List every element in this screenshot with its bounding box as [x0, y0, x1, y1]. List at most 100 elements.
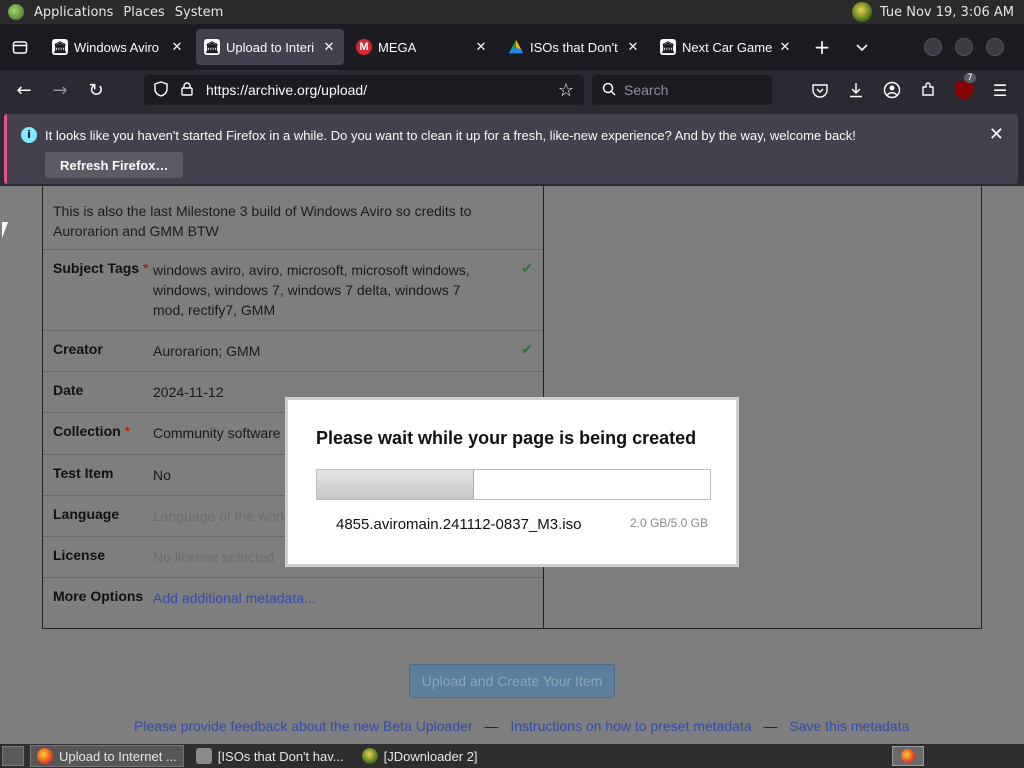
mouse-cursor-icon	[2, 222, 8, 238]
uploading-file-name: 4855.aviromain.241112-0837_M3.iso	[336, 516, 582, 533]
reload-icon[interactable]: ↻	[78, 74, 114, 106]
tab-title: MEGA	[378, 39, 417, 55]
ublock-badge: 7	[964, 73, 976, 83]
field-label: Subject Tags *	[53, 260, 149, 276]
folder-icon	[195, 748, 212, 764]
tab-windows-aviro[interactable]: 🏛 Windows Aviro ✕	[44, 29, 192, 65]
field-label: More Options	[53, 588, 144, 604]
address-bar[interactable]: https://archive.org/upload/ ☆	[144, 75, 584, 105]
extensions-icon[interactable]	[912, 74, 944, 106]
close-tab-icon[interactable]: ✕	[626, 39, 640, 55]
add-metadata-link[interactable]: Add additional metadata...	[153, 588, 473, 608]
maximize-window-button[interactable]	[955, 38, 973, 56]
hamburger-menu-icon[interactable]: ☰	[984, 74, 1016, 106]
archive-icon: 🏛	[52, 39, 68, 55]
shield-icon[interactable]	[148, 80, 174, 100]
downloads-icon[interactable]	[840, 74, 872, 106]
ublock-origin-icon[interactable]: 7	[948, 73, 980, 106]
jdownloader-tray-icon[interactable]	[851, 2, 872, 22]
upload-and-create-button[interactable]: Upload and Create Your Item	[409, 664, 615, 698]
firefox-view-icon[interactable]	[6, 33, 34, 61]
system-top-panel: Applications Places System Tue Nov 19, 3…	[0, 0, 1024, 24]
taskbar-item-label: [JDownloader 2]	[383, 748, 478, 764]
taskbar-item-file-manager[interactable]: [ISOs that Don't hav...	[190, 745, 350, 767]
info-icon: i	[21, 127, 37, 143]
notification-message: It looks like you haven't started Firefo…	[45, 128, 856, 143]
row-creator[interactable]: Creator Aurorarion; GMM ✔	[43, 330, 543, 371]
bookmark-star-icon[interactable]: ☆	[558, 80, 574, 101]
field-label: Language	[53, 506, 120, 522]
pocket-icon[interactable]	[804, 74, 836, 106]
row-more-options[interactable]: More Options Add additional metadata...	[43, 577, 543, 628]
applications-menu[interactable]: Applications	[34, 5, 113, 20]
dialog-title: Please wait while your page is being cre…	[316, 428, 697, 448]
taskbar-item-jdownloader[interactable]: [JDownloader 2]	[356, 745, 484, 767]
field-label: Collection *	[53, 423, 131, 439]
taskbar-item-label: Upload to Internet ...	[59, 748, 177, 764]
link-separator: —	[763, 718, 778, 734]
search-placeholder: Search	[624, 82, 669, 98]
clock[interactable]: Tue Nov 19, 3:06 AM	[880, 5, 1014, 20]
tab-mega[interactable]: M MEGA ✕	[348, 29, 496, 65]
link-separator: —	[484, 718, 499, 734]
uploading-file-size: 2.0 GB/5.0 GB	[629, 516, 708, 530]
upload-progress-dialog: Please wait while your page is being cre…	[285, 397, 739, 567]
creator-value[interactable]: Aurorarion; GMM	[153, 341, 473, 361]
instructions-link[interactable]: Instructions on how to preset metadata	[510, 718, 751, 734]
close-tab-icon[interactable]: ✕	[474, 39, 488, 55]
new-tab-icon[interactable]: +	[808, 33, 836, 61]
refresh-firefox-notification: i It looks like you haven't started Fire…	[0, 110, 1024, 186]
footer-links: Please provide feedback about the new Be…	[134, 718, 909, 734]
field-label: Creator	[53, 341, 103, 357]
places-menu[interactable]: Places	[123, 5, 164, 20]
navigation-toolbar: ← → ↻ https://archive.org/upload/ ☆ Sear…	[0, 70, 1024, 110]
show-desktop-button[interactable]	[2, 746, 24, 766]
tab-title: Upload to Interi	[226, 39, 315, 55]
back-icon[interactable]: ←	[6, 74, 42, 106]
lock-icon[interactable]	[174, 81, 200, 99]
check-icon: ✔	[521, 260, 533, 276]
distro-logo-icon[interactable]	[8, 4, 24, 20]
close-tab-icon[interactable]: ✕	[322, 39, 336, 55]
tab-isos[interactable]: ISOs that Don't ✕	[500, 29, 648, 65]
close-tab-icon[interactable]: ✕	[778, 39, 792, 55]
system-menu[interactable]: System	[175, 5, 223, 20]
feedback-link[interactable]: Please provide feedback about the new Be…	[134, 718, 473, 734]
url-text[interactable]: https://archive.org/upload/	[206, 82, 367, 98]
list-all-tabs-icon[interactable]	[848, 33, 876, 61]
tab-strip: 🏛 Windows Aviro ✕ 🏛 Upload to Interi ✕ M…	[0, 24, 1024, 70]
search-icon	[602, 82, 616, 99]
drive-icon	[508, 39, 524, 54]
upload-progress-bar	[316, 469, 711, 500]
close-notification-icon[interactable]: ✕	[989, 124, 1004, 145]
tab-title: Windows Aviro	[74, 39, 160, 55]
close-tab-icon[interactable]: ✕	[170, 39, 184, 55]
field-label: Date	[53, 382, 84, 398]
upload-page: This is also the last Milestone 3 build …	[0, 186, 1024, 744]
minimize-window-button[interactable]	[924, 38, 942, 56]
save-metadata-link[interactable]: Save this metadata	[789, 718, 909, 734]
check-icon: ✔	[521, 341, 533, 357]
notification-panel: i It looks like you haven't started Fire…	[4, 114, 1018, 184]
subject-tags-value[interactable]: windows aviro, aviro, microsoft, microso…	[153, 260, 473, 320]
search-bar[interactable]: Search	[592, 75, 772, 105]
archive-icon: 🏛	[660, 39, 676, 55]
mega-icon: M	[356, 39, 372, 55]
tab-upload-to-internet-archive[interactable]: 🏛 Upload to Interi ✕	[196, 29, 344, 65]
taskbar-item-firefox[interactable]: Upload to Internet ...	[30, 745, 184, 767]
description-text[interactable]: This is also the last Milestone 3 build …	[53, 201, 493, 241]
workspace-switcher[interactable]	[892, 746, 924, 766]
bottom-taskbar: Upload to Internet ... [ISOs that Don't …	[0, 744, 1024, 768]
refresh-firefox-button[interactable]: Refresh Firefox…	[45, 152, 184, 178]
close-window-button[interactable]	[986, 38, 1004, 56]
row-subject-tags[interactable]: Subject Tags * windows aviro, aviro, mic…	[43, 249, 543, 330]
progress-fill	[317, 470, 475, 499]
account-icon[interactable]	[876, 74, 908, 106]
field-label: Test Item	[53, 465, 114, 481]
forward-icon[interactable]: →	[42, 74, 78, 106]
firefox-icon	[37, 748, 53, 764]
tab-title: Next Car Game	[682, 39, 773, 55]
jdownloader-icon	[361, 748, 378, 764]
field-label: License	[53, 547, 106, 563]
tab-next-car-game[interactable]: 🏛 Next Car Game ✕	[652, 29, 800, 65]
